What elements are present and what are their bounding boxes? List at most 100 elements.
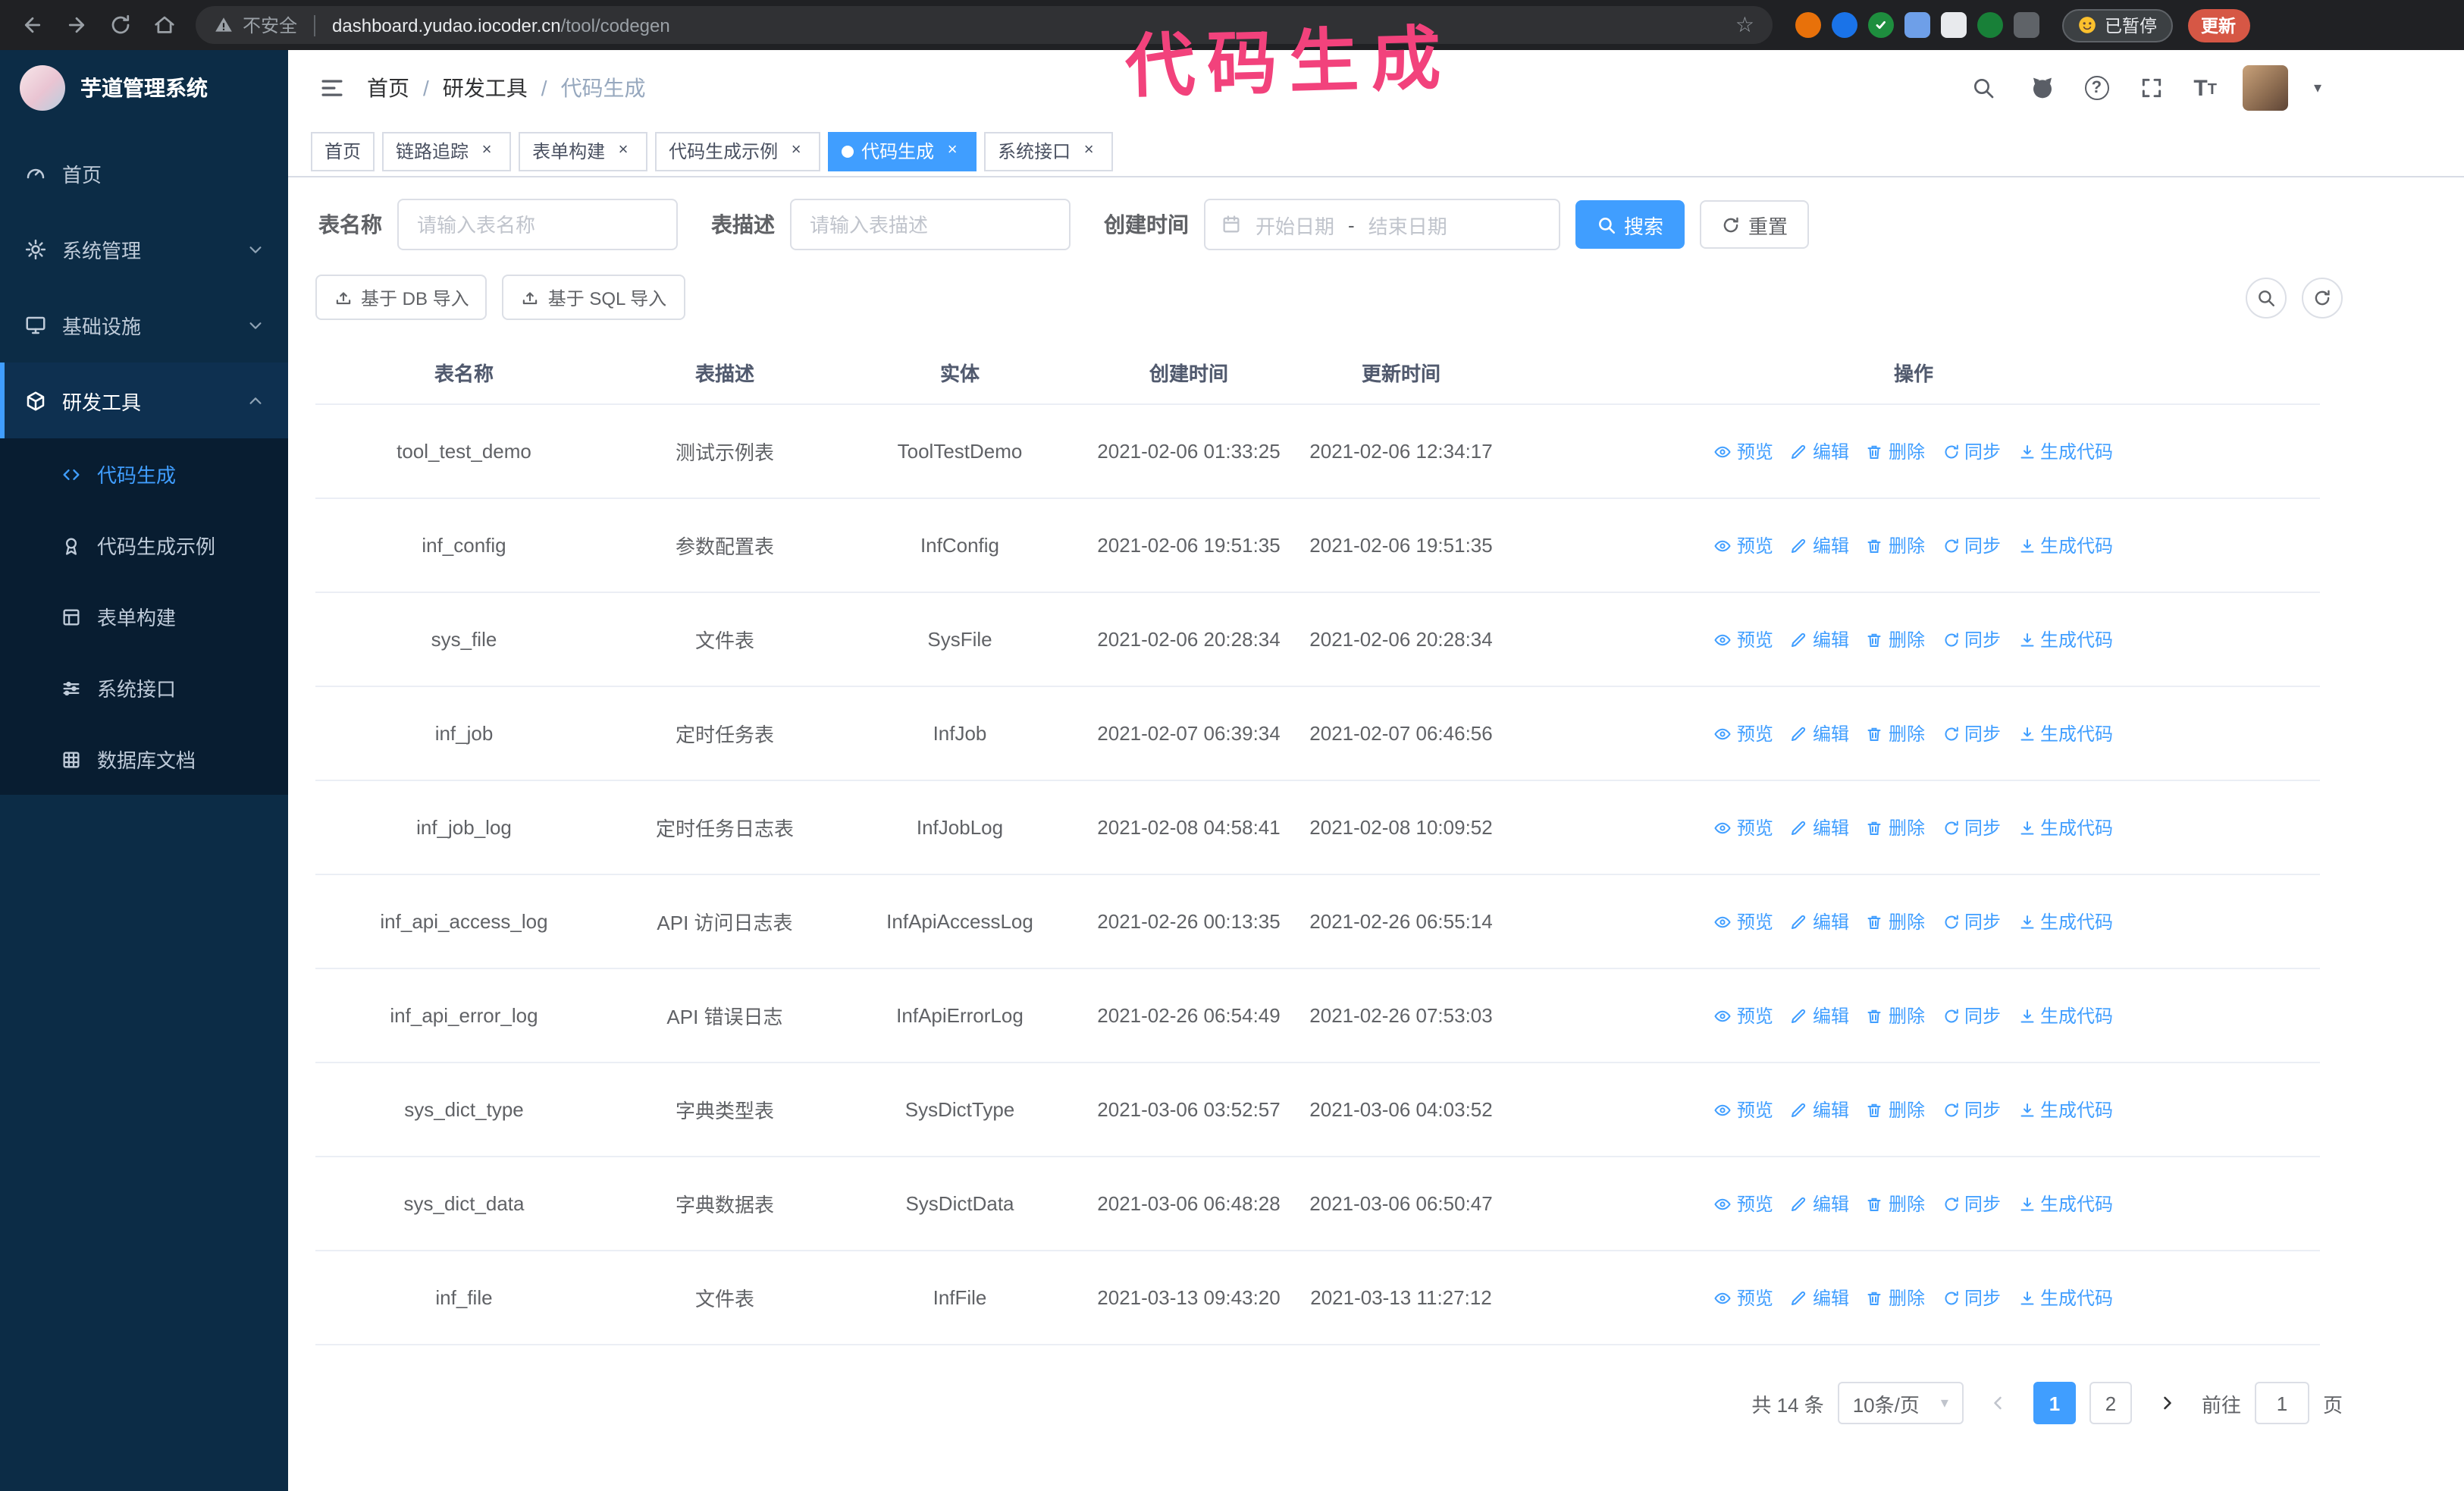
sync-link[interactable]: 同步 — [1942, 1285, 2001, 1311]
table-name-input[interactable] — [397, 199, 678, 250]
browser-reload-button[interactable] — [100, 5, 140, 45]
prev-page-button[interactable] — [1977, 1382, 2020, 1424]
reset-button[interactable]: 重置 — [1700, 200, 1810, 249]
delete-link[interactable]: 删除 — [1866, 815, 1925, 840]
extension-leaf-icon[interactable] — [1977, 12, 2003, 38]
import-sql-button[interactable]: 基于 SQL 导入 — [502, 275, 685, 320]
search-icon[interactable] — [1966, 71, 1999, 105]
user-avatar[interactable] — [2242, 65, 2288, 111]
sidebar-item-system[interactable]: 系统管理 — [0, 211, 288, 287]
sidebar-item-form-builder[interactable]: 表单构建 — [0, 581, 288, 652]
preview-link[interactable]: 预览 — [1714, 532, 1773, 558]
date-range-picker[interactable]: 开始日期 - 结束日期 — [1204, 199, 1560, 250]
edit-link[interactable]: 编辑 — [1790, 1285, 1849, 1311]
close-icon[interactable]: × — [476, 140, 497, 162]
page-button-2[interactable]: 2 — [2089, 1382, 2132, 1424]
tab-form-builder[interactable]: 表单构建 × — [519, 131, 648, 171]
preview-link[interactable]: 预览 — [1714, 1285, 1773, 1311]
close-icon[interactable]: × — [785, 140, 807, 162]
sync-link[interactable]: 同步 — [1942, 532, 2001, 558]
sync-link[interactable]: 同步 — [1942, 1191, 2001, 1216]
breadcrumb-devtools[interactable]: 研发工具 — [443, 73, 528, 103]
date-end-placeholder[interactable]: 结束日期 — [1368, 210, 1447, 239]
close-icon[interactable]: × — [942, 140, 963, 162]
edit-link[interactable]: 编辑 — [1790, 1191, 1849, 1216]
generate-code-link[interactable]: 生成代码 — [2017, 909, 2113, 934]
browser-update-button[interactable]: 更新 — [2187, 8, 2249, 42]
tab-tracing[interactable]: 链路追踪 × — [382, 131, 512, 171]
tab-api[interactable]: 系统接口 × — [984, 131, 1114, 171]
delete-link[interactable]: 删除 — [1866, 1003, 1925, 1028]
goto-page-input[interactable] — [2254, 1382, 2309, 1424]
browser-home-button[interactable] — [144, 5, 183, 45]
edit-link[interactable]: 编辑 — [1790, 1097, 1849, 1122]
toggle-search-button[interactable] — [2246, 277, 2287, 318]
delete-link[interactable]: 删除 — [1866, 1097, 1925, 1122]
address-bar[interactable]: 不安全 dashboard.yudao.iocoder.cn/tool/code… — [196, 6, 1773, 44]
edit-link[interactable]: 编辑 — [1790, 626, 1849, 652]
paused-badge[interactable]: 已暂停 — [2062, 8, 2172, 42]
sync-link[interactable]: 同步 — [1942, 438, 2001, 464]
breadcrumb-home[interactable]: 首页 — [367, 73, 409, 103]
edit-link[interactable]: 编辑 — [1790, 909, 1849, 934]
search-button[interactable]: 搜索 — [1575, 200, 1685, 249]
preview-link[interactable]: 预览 — [1714, 1191, 1773, 1216]
bookmark-star-icon[interactable]: ☆ — [1735, 12, 1754, 38]
generate-code-link[interactable]: 生成代码 — [2017, 1191, 2113, 1216]
fullscreen-icon[interactable] — [2134, 71, 2168, 105]
extension-check-icon[interactable] — [1868, 12, 1894, 38]
preview-link[interactable]: 预览 — [1714, 438, 1773, 464]
sidebar-item-home[interactable]: 首页 — [0, 135, 288, 211]
delete-link[interactable]: 删除 — [1866, 720, 1925, 746]
generate-code-link[interactable]: 生成代码 — [2017, 815, 2113, 840]
table-desc-input[interactable] — [790, 199, 1071, 250]
delete-link[interactable]: 删除 — [1866, 1191, 1925, 1216]
sidebar-item-infra[interactable]: 基础设施 — [0, 287, 288, 363]
browser-back-button[interactable] — [12, 5, 52, 45]
sync-link[interactable]: 同步 — [1942, 626, 2001, 652]
extension-translate-icon[interactable] — [1941, 12, 1967, 38]
import-db-button[interactable]: 基于 DB 导入 — [315, 275, 487, 320]
sync-link[interactable]: 同步 — [1942, 1003, 2001, 1028]
preview-link[interactable]: 预览 — [1714, 626, 1773, 652]
sidebar-item-codegen[interactable]: 代码生成 — [0, 438, 288, 510]
page-button-1[interactable]: 1 — [2033, 1382, 2076, 1424]
generate-code-link[interactable]: 生成代码 — [2017, 720, 2113, 746]
sync-link[interactable]: 同步 — [1942, 909, 2001, 934]
generate-code-link[interactable]: 生成代码 — [2017, 532, 2113, 558]
sidebar-item-devtools[interactable]: 研发工具 — [0, 363, 288, 438]
extension-fox-icon[interactable] — [1795, 12, 1821, 38]
browser-forward-button[interactable] — [56, 5, 96, 45]
extension-contacts-icon[interactable] — [1904, 12, 1930, 38]
help-icon[interactable]: ? — [2084, 76, 2109, 100]
preview-link[interactable]: 预览 — [1714, 909, 1773, 934]
edit-link[interactable]: 编辑 — [1790, 438, 1849, 464]
tab-codegen-example[interactable]: 代码生成示例 × — [655, 131, 821, 171]
preview-link[interactable]: 预览 — [1714, 1003, 1773, 1028]
sync-link[interactable]: 同步 — [1942, 1097, 2001, 1122]
sync-link[interactable]: 同步 — [1942, 815, 2001, 840]
refresh-table-button[interactable] — [2302, 277, 2343, 318]
date-start-placeholder[interactable]: 开始日期 — [1256, 210, 1334, 239]
delete-link[interactable]: 删除 — [1866, 626, 1925, 652]
delete-link[interactable]: 删除 — [1866, 438, 1925, 464]
close-icon[interactable]: × — [1078, 140, 1099, 162]
generate-code-link[interactable]: 生成代码 — [2017, 438, 2113, 464]
edit-link[interactable]: 编辑 — [1790, 1003, 1849, 1028]
font-size-icon[interactable]: TT — [2193, 77, 2217, 99]
generate-code-link[interactable]: 生成代码 — [2017, 1003, 2113, 1028]
page-size-select[interactable]: 10条/页 ▾ — [1837, 1382, 1964, 1424]
sidebar-item-codegen-example[interactable]: 代码生成示例 — [0, 510, 288, 581]
extension-drop-icon[interactable] — [1832, 12, 1857, 38]
delete-link[interactable]: 删除 — [1866, 532, 1925, 558]
close-icon[interactable]: × — [613, 140, 634, 162]
preview-link[interactable]: 预览 — [1714, 815, 1773, 840]
edit-link[interactable]: 编辑 — [1790, 532, 1849, 558]
generate-code-link[interactable]: 生成代码 — [2017, 626, 2113, 652]
security-warning-icon[interactable] — [214, 15, 234, 35]
preview-link[interactable]: 预览 — [1714, 1097, 1773, 1122]
edit-link[interactable]: 编辑 — [1790, 720, 1849, 746]
generate-code-link[interactable]: 生成代码 — [2017, 1285, 2113, 1311]
sidebar-item-db-doc[interactable]: 数据库文档 — [0, 724, 288, 795]
tab-home[interactable]: 首页 — [311, 131, 375, 171]
